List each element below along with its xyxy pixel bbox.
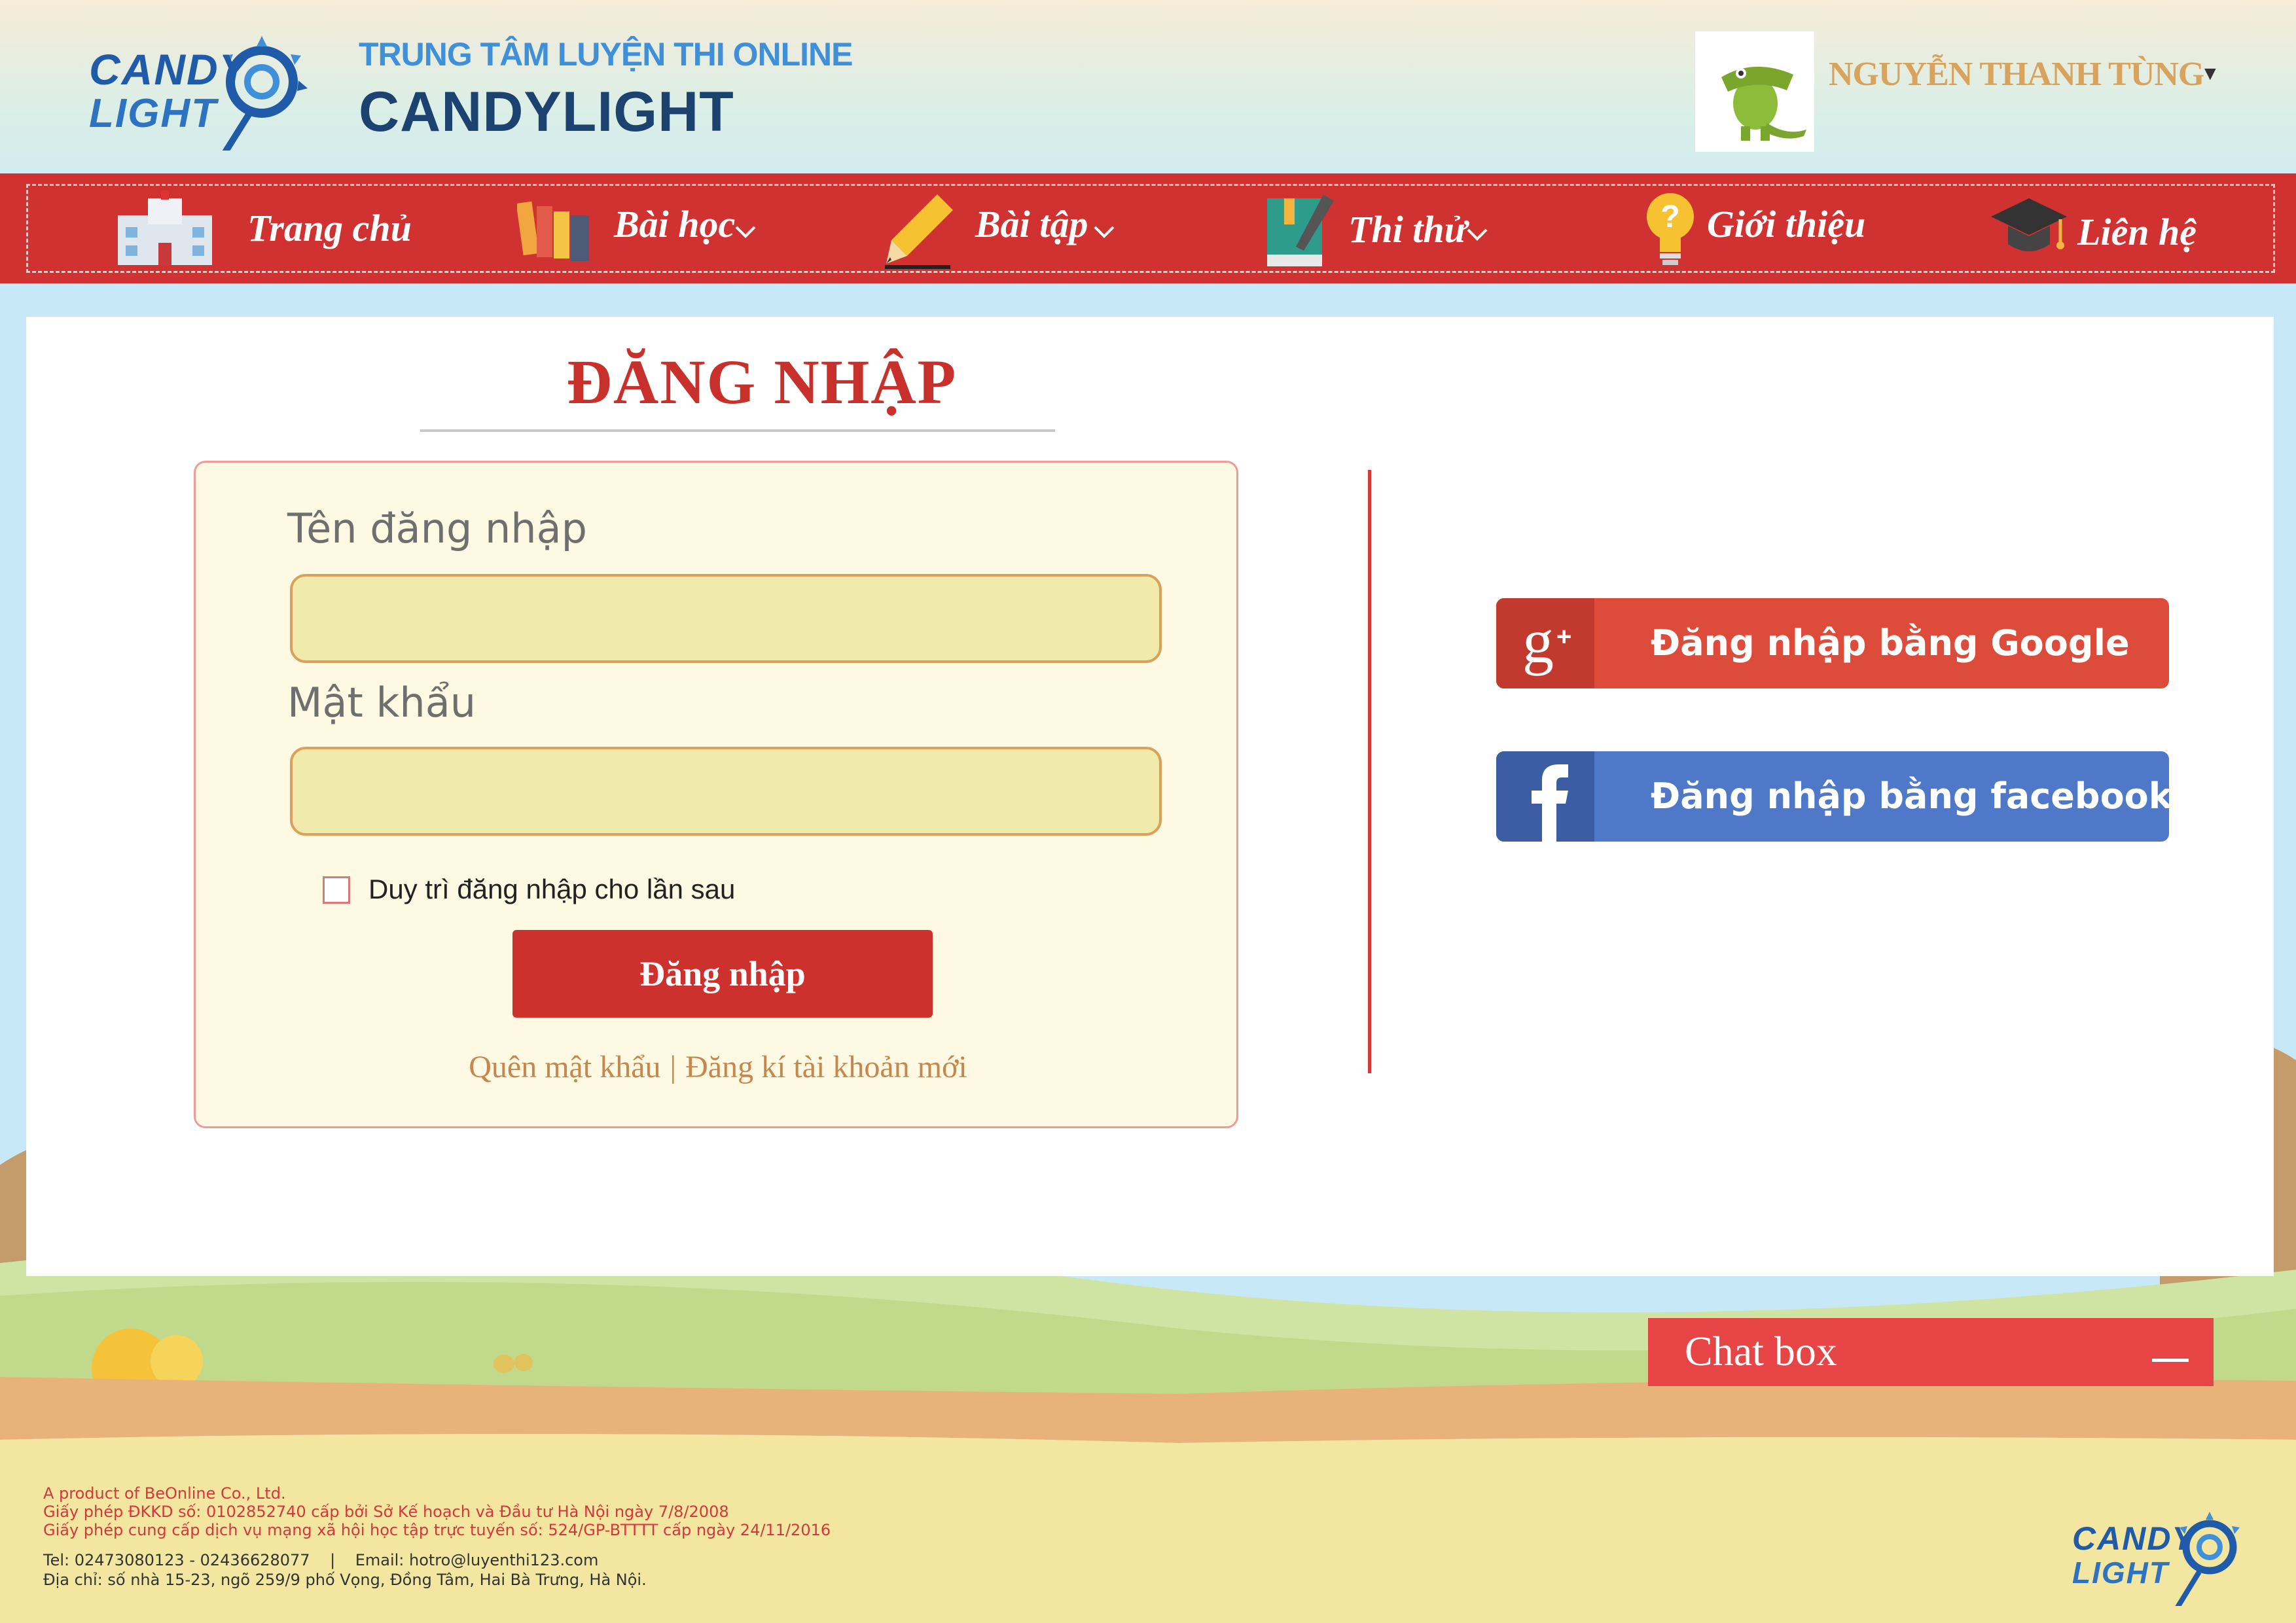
- chevron-down-icon: [735, 226, 756, 238]
- account-links: Quên mật khẩu | Đăng kí tài khoản mới: [196, 1049, 1240, 1085]
- nav-label-home: Trang chủ: [247, 207, 412, 249]
- google-login-button[interactable]: g + Đăng nhập bằng Google: [1496, 598, 2169, 688]
- vertical-divider: [1368, 470, 1371, 1073]
- footer-address: Địa chỉ: số nhà 15-23, ngõ 259/9 phố Vọn…: [43, 1571, 647, 1589]
- nav-item-exercises[interactable]: Bài tập: [885, 173, 1147, 283]
- user-avatar[interactable]: [1695, 31, 1814, 152]
- google-login-label: Đăng nhập bằng Google: [1651, 622, 2130, 664]
- school-icon: [118, 190, 212, 265]
- password-label: Mật khẩu: [287, 679, 476, 726]
- pencil-icon: [885, 194, 953, 269]
- site-subtitle: TRUNG TÂM LUYỆN THI ONLINE: [359, 36, 853, 73]
- nav-label-mock-exam: Thi thử: [1348, 208, 1467, 251]
- site-logo[interactable]: CANDY LIGHT: [85, 13, 327, 169]
- facebook-login-button[interactable]: Đăng nhập bằng facebook: [1496, 751, 2169, 842]
- nav-item-about[interactable]: ? Giới thiệu: [1645, 173, 1894, 283]
- footer-business-license: Giấy phép ĐKKD số: 0102852740 cấp bởi Sở…: [43, 1503, 729, 1521]
- facebook-login-label: Đăng nhập bằng facebook: [1651, 776, 2169, 817]
- forgot-password-link[interactable]: Quên mật khẩu: [469, 1050, 660, 1084]
- logo-text-bottom: LIGHT: [89, 91, 217, 136]
- site-footer: A product of BeOnline Co., Ltd. Giấy phé…: [0, 1380, 2296, 1623]
- footer-company: A product of BeOnline Co., Ltd.: [43, 1484, 286, 1503]
- footer-contact: Tel: 02473080123 - 02436628077 | Email: …: [43, 1551, 599, 1569]
- lightbulb-question-icon: ?: [1647, 193, 1694, 265]
- svg-text:?: ?: [1660, 200, 1679, 234]
- books-icon: [517, 201, 589, 261]
- login-form: Tên đăng nhập Mật khẩu Duy trì đăng nhập…: [194, 461, 1238, 1128]
- remember-label: Duy trì đăng nhập cho lần sau: [368, 874, 736, 904]
- chat-box-title: Chat box: [1685, 1328, 1837, 1374]
- footer-service-license: Giấy phép cung cấp dịch vụ mạng xã hội h…: [43, 1521, 831, 1539]
- nav-item-lessons[interactable]: Bài học: [517, 173, 779, 283]
- crocodile-avatar-icon: [1721, 66, 1806, 141]
- password-input[interactable]: [290, 747, 1162, 836]
- svg-text:+: +: [1556, 622, 1571, 651]
- site-name: CANDYLIGHT: [359, 80, 734, 143]
- nav-label-exercises: Bài tập: [975, 203, 1088, 245]
- chat-box[interactable]: Chat box: [1648, 1318, 2214, 1386]
- notebook-icon: [1267, 194, 1334, 266]
- user-name[interactable]: NGUYỄN THANH TÙNG: [1829, 55, 2204, 94]
- nav-item-contact[interactable]: Liên hệ: [1990, 173, 2238, 283]
- google-plus-icon: g +: [1496, 598, 1594, 688]
- register-link[interactable]: Đăng kí tài khoản mới: [685, 1050, 967, 1084]
- login-card: ĐĂNG NHẬP Tên đăng nhập Mật khẩu Duy trì…: [26, 317, 2274, 1276]
- logo-text-top: CANDY: [89, 45, 249, 94]
- footer-logo-text-top: CANDY: [2072, 1520, 2195, 1557]
- page-title: ĐĂNG NHẬP: [566, 347, 958, 417]
- nav-label-contact: Liên hệ: [2077, 211, 2197, 253]
- site-header: CANDY LIGHT TRUNG TÂM LUYỆN THI ONLINE C…: [0, 0, 2296, 173]
- user-menu-caret-icon[interactable]: ▼: [2200, 63, 2220, 85]
- chevron-down-icon: [1467, 228, 1488, 241]
- facebook-icon: [1496, 751, 1594, 842]
- nav-item-home[interactable]: Trang chủ: [111, 173, 425, 283]
- title-underline: [420, 429, 1055, 432]
- chevron-down-icon: [1094, 226, 1115, 238]
- link-separator: |: [670, 1050, 677, 1084]
- nav-item-mock-exam[interactable]: Thi thử: [1265, 173, 1513, 283]
- svg-text:g: g: [1522, 606, 1554, 676]
- footer-logo-text-bottom: LIGHT: [2072, 1556, 2169, 1590]
- footer-logo: CANDY LIGHT: [2068, 1495, 2265, 1614]
- username-label: Tên đăng nhập: [287, 505, 587, 552]
- nav-label-about: Giới thiệu: [1707, 203, 1866, 245]
- nav-label-lessons: Bài học: [614, 203, 736, 245]
- remember-checkbox[interactable]: [323, 876, 350, 904]
- minimize-icon[interactable]: [2152, 1359, 2189, 1362]
- login-button[interactable]: Đăng nhập: [512, 930, 933, 1018]
- graduation-cap-icon: [1991, 198, 2067, 251]
- main-navigation: Trang chủ Bài học Bài tập Thi thử ? Giới…: [0, 173, 2296, 283]
- username-input[interactable]: [290, 574, 1162, 663]
